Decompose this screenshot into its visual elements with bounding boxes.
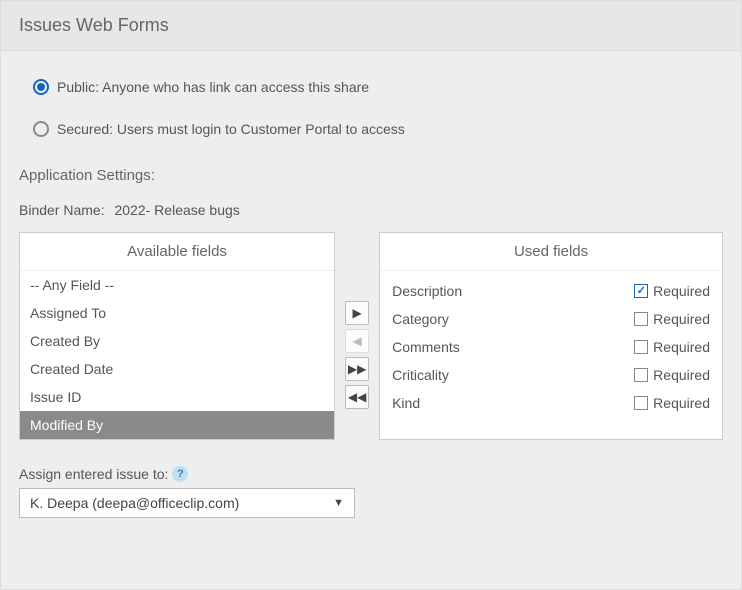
- help-icon[interactable]: ?: [172, 466, 188, 482]
- assign-selected-value: K. Deepa (deepa@officeclip.com): [30, 495, 239, 511]
- list-item[interactable]: Created Date: [20, 355, 334, 383]
- used-field-row: Kind Required: [388, 389, 714, 417]
- used-field-row: Comments Required: [388, 333, 714, 361]
- list-item[interactable]: -- Any Field --: [20, 271, 334, 299]
- used-fields-title: Used fields: [380, 233, 722, 271]
- required-label: Required: [653, 283, 710, 299]
- radio-label: Secured: Users must login to Customer Po…: [57, 121, 405, 137]
- used-field-label: Category: [392, 311, 449, 327]
- available-fields-list[interactable]: -- Any Field --Assigned ToCreated ByCrea…: [20, 271, 334, 439]
- radio-icon: [33, 79, 49, 95]
- required-group: Required: [634, 339, 710, 355]
- available-fields-title: Available fields: [20, 233, 334, 271]
- required-group: Required: [634, 367, 710, 383]
- application-settings-label: Application Settings:: [19, 167, 723, 184]
- transfer-buttons: ▶ ◀ ▶▶ ◀◀: [345, 232, 369, 440]
- used-field-label: Comments: [392, 339, 460, 355]
- required-checkbox[interactable]: [634, 284, 648, 298]
- page-title: Issues Web Forms: [19, 15, 723, 36]
- page-body: Public: Anyone who has link can access t…: [1, 51, 741, 536]
- required-checkbox[interactable]: [634, 396, 648, 410]
- move-left-button[interactable]: ◀: [345, 329, 369, 353]
- move-right-button[interactable]: ▶: [345, 301, 369, 325]
- access-radio-group: Public: Anyone who has link can access t…: [33, 79, 723, 137]
- assign-label: Assign entered issue to:: [19, 466, 168, 482]
- required-label: Required: [653, 311, 710, 327]
- list-item[interactable]: Assigned To: [20, 299, 334, 327]
- required-group: Required: [634, 311, 710, 327]
- used-field-label: Description: [392, 283, 462, 299]
- assign-select[interactable]: K. Deepa (deepa@officeclip.com) ▼: [19, 488, 355, 518]
- used-field-label: Criticality: [392, 367, 449, 383]
- required-group: Required: [634, 395, 710, 411]
- page-header: Issues Web Forms: [1, 1, 741, 51]
- move-all-right-button[interactable]: ▶▶: [345, 357, 369, 381]
- available-fields-panel: Available fields -- Any Field --Assigned…: [19, 232, 335, 440]
- used-field-row: Category Required: [388, 305, 714, 333]
- access-option-secured[interactable]: Secured: Users must login to Customer Po…: [33, 121, 723, 137]
- binder-name-value: 2022- Release bugs: [114, 202, 239, 218]
- radio-icon: [33, 121, 49, 137]
- used-fields-panel: Used fields Description Required Category R…: [379, 232, 723, 440]
- required-label: Required: [653, 367, 710, 383]
- required-checkbox[interactable]: [634, 312, 648, 326]
- required-label: Required: [653, 339, 710, 355]
- used-field-row: Criticality Required: [388, 361, 714, 389]
- assign-label-row: Assign entered issue to: ?: [19, 466, 723, 482]
- fields-transfer-area: Available fields -- Any Field --Assigned…: [19, 232, 723, 440]
- page-root: Issues Web Forms Public: Anyone who has …: [0, 0, 742, 590]
- move-all-left-button[interactable]: ◀◀: [345, 385, 369, 409]
- required-group: Required: [634, 283, 710, 299]
- available-fields-list-wrap: -- Any Field --Assigned ToCreated ByCrea…: [20, 271, 334, 439]
- radio-label: Public: Anyone who has link can access t…: [57, 79, 369, 95]
- list-item[interactable]: Modified By: [20, 411, 334, 439]
- access-option-public[interactable]: Public: Anyone who has link can access t…: [33, 79, 723, 95]
- required-checkbox[interactable]: [634, 368, 648, 382]
- required-checkbox[interactable]: [634, 340, 648, 354]
- list-item[interactable]: Created By: [20, 327, 334, 355]
- used-field-row: Description Required: [388, 277, 714, 305]
- list-item[interactable]: Issue ID: [20, 383, 334, 411]
- used-fields-list: DescriptionRequiredCategoryRequiredComme…: [380, 271, 722, 439]
- required-label: Required: [653, 395, 710, 411]
- chevron-down-icon: ▼: [333, 497, 344, 509]
- used-field-label: Kind: [392, 395, 420, 411]
- binder-row: Binder Name: 2022- Release bugs: [19, 202, 723, 218]
- binder-name-label: Binder Name:: [19, 202, 105, 218]
